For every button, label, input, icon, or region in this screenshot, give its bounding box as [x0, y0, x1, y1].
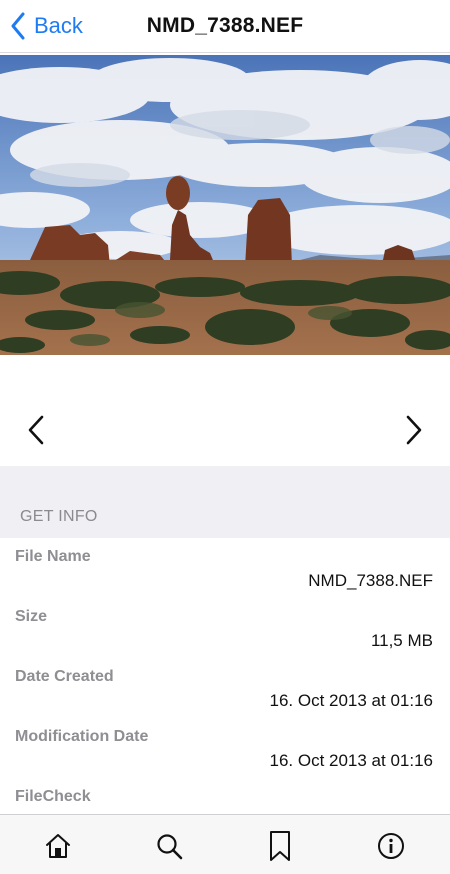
info-label: File Name — [15, 548, 91, 565]
tab-home[interactable] — [43, 833, 73, 863]
info-scroll-area[interactable]: GET INFO File Name NMD_7388.NEF Size 11,… — [0, 0, 450, 814]
info-label: Modification Date — [15, 728, 149, 745]
section-header-background — [0, 466, 450, 538]
home-icon — [44, 832, 72, 865]
file-info-screen: Back NMD_7388.NEF GET INFO File Name NMD… — [0, 0, 450, 874]
section-title: GET INFO — [20, 508, 98, 525]
info-row-file-name: File Name NMD_7388.NEF — [0, 540, 450, 600]
info-row-size: Size 11,5 MB — [0, 600, 450, 660]
info-value: 11,5 MB — [370, 631, 433, 650]
info-label: Size — [15, 608, 48, 625]
tab-bar — [0, 814, 450, 874]
info-row-modification-date: Modification Date 16. Oct 2013 at 01:16 — [0, 720, 450, 780]
tab-info[interactable] — [376, 832, 406, 865]
info-row-date-created: Date Created 16. Oct 2013 at 01:16 — [0, 660, 450, 720]
info-label: Date Created — [15, 668, 114, 685]
info-value: 16. Oct 2013 at 01:16 — [269, 691, 433, 710]
search-icon — [155, 832, 183, 865]
info-value: NMD_7388.NEF — [308, 571, 433, 590]
tab-bookmarks[interactable] — [265, 830, 295, 863]
bookmark-icon — [268, 830, 292, 867]
info-label: FileCheck — [15, 788, 91, 805]
info-icon — [377, 832, 405, 865]
tab-search[interactable] — [154, 833, 184, 863]
info-value: 16. Oct 2013 at 01:16 — [269, 751, 433, 770]
info-row-filecheck: FileCheck — [0, 780, 450, 814]
